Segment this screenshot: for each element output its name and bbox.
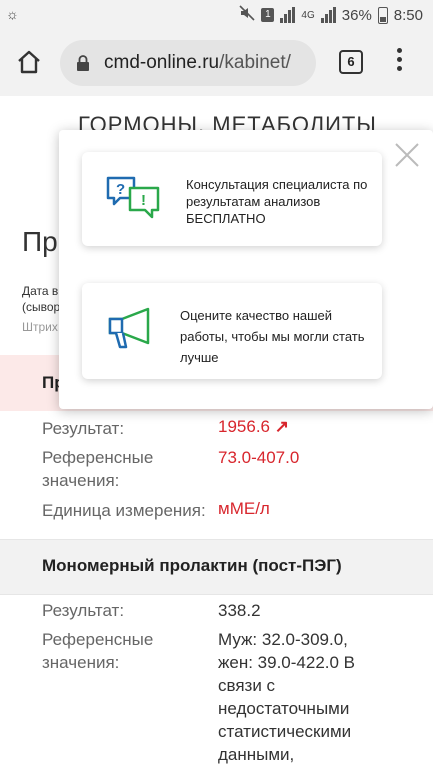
- browser-toolbar: cmd-online.ru/kabinet/ 6: [0, 30, 433, 96]
- lock-icon: [76, 55, 90, 71]
- date-label: Дата в: [22, 284, 59, 298]
- question-exclamation-bubbles-icon: ? !: [106, 174, 162, 224]
- url-domain: cmd-online.ru: [104, 52, 220, 73]
- overflow-menu-icon[interactable]: [393, 48, 405, 76]
- battery-icon: [377, 6, 388, 24]
- network-type: 4G: [301, 9, 315, 21]
- unit-label: Единица измерения:: [42, 501, 206, 520]
- url-path: /kabinet/: [219, 52, 291, 73]
- address-bar[interactable]: cmd-online.ru/kabinet/: [60, 40, 316, 86]
- result-value: 338.2: [218, 601, 261, 620]
- reference-value: 73.0-407.0: [218, 448, 300, 467]
- arrow-up-right-icon: ↗: [274, 417, 289, 436]
- feedback-card[interactable]: Оцените качество нашей работы, чтобы мы …: [82, 283, 382, 379]
- signal-icon-2: [320, 7, 336, 23]
- barcode-label: Штрих: [22, 320, 58, 334]
- result-label: Результат:: [42, 419, 125, 438]
- unit-value: мМЕ/л: [218, 499, 270, 518]
- svg-text:?: ?: [116, 181, 125, 198]
- result-label: Результат:: [42, 601, 125, 620]
- battery-percent: 36%: [341, 6, 372, 24]
- status-bar: ☼ 1 4G 36% 8:50: [0, 0, 433, 30]
- reference-value: Муж: 32.0-309.0, жен: 39.0-422.0 В связи…: [218, 630, 356, 764]
- consultation-card[interactable]: ? ! Консультация специалиста по результа…: [82, 152, 382, 246]
- result-number: 1956.6: [218, 417, 270, 436]
- sim-badge: 1: [261, 8, 275, 22]
- reference-label: Референсные значения:: [42, 448, 154, 490]
- tab-switcher-button[interactable]: 6: [339, 50, 363, 74]
- weather-icon: ☼: [6, 6, 19, 22]
- close-icon[interactable]: [394, 142, 420, 168]
- reference-label: Референсные значения:: [42, 630, 154, 672]
- svg-text:!: !: [141, 192, 146, 209]
- page-title: Пр: [22, 226, 58, 257]
- signal-icon: [280, 7, 296, 23]
- consultation-text: Консультация специалиста по результатам …: [186, 177, 368, 226]
- clock: 8:50: [393, 6, 423, 24]
- result-value: 1956.6 ↗: [218, 417, 289, 437]
- home-icon[interactable]: [15, 48, 43, 76]
- megaphone-icon: [106, 305, 162, 355]
- sample-type-label: (сывор: [22, 300, 61, 314]
- feedback-text: Оцените качество нашей работы, чтобы мы …: [180, 308, 365, 365]
- test-name: Мономерный пролактин (пост-ПЭГ): [42, 556, 342, 575]
- test-header-band[interactable]: Мономерный пролактин (пост-ПЭГ): [0, 539, 433, 595]
- url-text: cmd-online.ru/kabinet/: [104, 52, 291, 74]
- mute-icon: [239, 5, 255, 25]
